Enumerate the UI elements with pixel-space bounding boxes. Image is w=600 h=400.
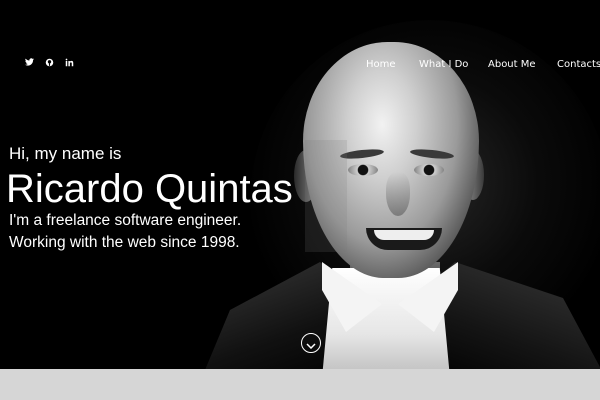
- hero-section: Home What I Do About Me Contacts Hi, my …: [0, 0, 600, 369]
- portrait-eye-left: [348, 164, 378, 176]
- hero-name: Ricardo Quintas: [6, 167, 293, 211]
- scroll-down-button[interactable]: [301, 333, 321, 353]
- portrait-eye-right: [414, 164, 444, 176]
- nav-what-i-do[interactable]: What I Do: [419, 59, 468, 71]
- nav-about-me[interactable]: About Me: [488, 59, 536, 71]
- nav-home[interactable]: Home: [366, 59, 396, 71]
- hero-greeting: Hi, my name is: [9, 144, 122, 163]
- nav-contacts[interactable]: Contacts: [557, 59, 600, 71]
- hero-tagline-1: I'm a freelance software engineer.: [9, 212, 242, 229]
- page-frame: Home What I Do About Me Contacts Hi, my …: [0, 0, 600, 400]
- hero-tagline-2: Working with the web since 1998.: [9, 234, 240, 251]
- portrait-overlay: [305, 140, 347, 252]
- portrait-teeth: [374, 230, 434, 240]
- main-nav: Home What I Do About Me Contacts: [0, 59, 600, 73]
- portrait-nose: [386, 172, 410, 216]
- chevron-down-icon: [306, 334, 316, 353]
